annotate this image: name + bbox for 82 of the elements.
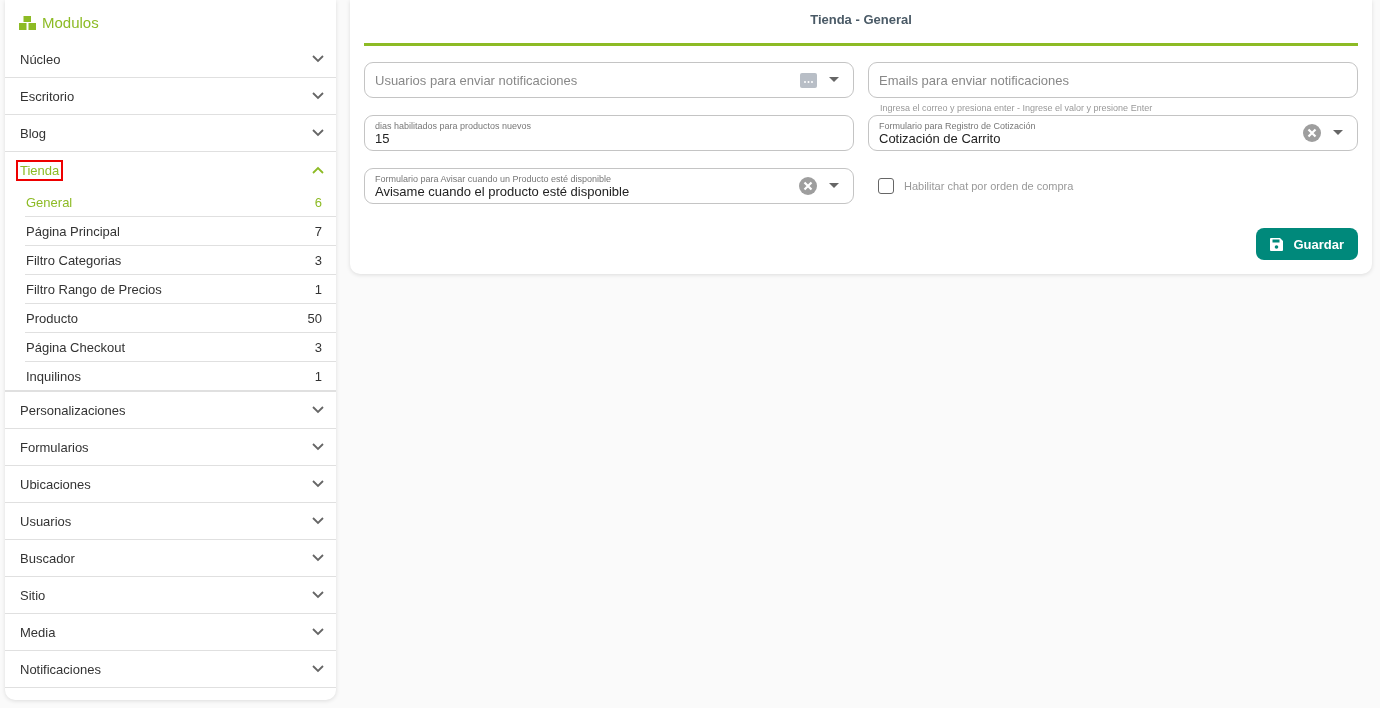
accordion-item[interactable]: Núcleo — [5, 41, 336, 78]
chevron-up-icon — [312, 166, 324, 174]
count-text: 1 — [314, 281, 322, 297]
accordion-item[interactable]: Usuarios — [5, 503, 336, 540]
submenu-label: Página Principal — [26, 223, 120, 239]
accordion-item[interactable]: Formularios — [5, 429, 336, 466]
submenu-label: Página Checkout — [26, 339, 125, 355]
chevron-down-icon — [312, 55, 324, 63]
input-field[interactable]: dias habilitados para productos nuevos 15 — [364, 115, 854, 151]
select-field[interactable]: Usuarios para enviar notificaciones — [364, 62, 854, 98]
submenu-label: Filtro Categorias — [26, 252, 122, 268]
field-label: Formulario para Registro de Cotización — [879, 120, 1037, 131]
checkbox-label: Habilitar chat por orden de compra — [904, 180, 1074, 192]
accordion-label: Escritorio — [19, 87, 76, 106]
checkbox[interactable] — [878, 178, 894, 194]
hint-text: Ingresa el correo y presiona enter - Ingrese el valor y presione Enter — [880, 103, 1154, 113]
chevron-down-icon — [312, 406, 324, 414]
submenu-label: General — [26, 194, 73, 210]
ellipsis-icon — [800, 72, 817, 88]
accordion-item[interactable]: Notificaciones — [5, 651, 336, 688]
accordion-label: Blog — [19, 124, 48, 143]
chevron-down-icon — [312, 591, 324, 599]
chevron-down-icon — [312, 554, 324, 562]
submenu-item[interactable]: Inquilinos 1 — [25, 362, 336, 390]
accordion-label: Formularios — [19, 438, 90, 457]
field-label: Formulario para Avisar cuando un Producto esté disponible — [375, 173, 612, 184]
chevron-down-icon — [312, 443, 324, 451]
chevron-down-icon — [312, 92, 324, 100]
card-title: Tienda - General — [364, 0, 1358, 46]
field-value: Avisame cuando el producto esté disponible — [375, 183, 631, 199]
count-text: 50 — [307, 310, 322, 326]
submenu-item[interactable]: Página Checkout 3 — [25, 333, 336, 362]
boxes-icon — [19, 15, 36, 30]
count-text: 1 — [314, 368, 322, 384]
count-text: 6 — [314, 194, 322, 210]
floppy-icon — [1270, 237, 1284, 251]
chevron-down-icon — [312, 129, 324, 137]
accordion-item[interactable]: Sitio — [5, 577, 336, 614]
accordion-item[interactable]: Ubicaciones — [5, 466, 336, 503]
field-value: 15 — [375, 130, 391, 146]
count-text: 7 — [314, 223, 322, 239]
count-text: 3 — [314, 339, 322, 355]
accordion-item[interactable]: Media — [5, 614, 336, 651]
accordion-label: Personalizaciones — [19, 401, 127, 420]
accordion-label: Tienda — [16, 159, 64, 181]
chevron-down-icon — [312, 665, 324, 673]
accordion-label: Notificaciones — [19, 660, 102, 679]
clear-icon[interactable] — [1303, 124, 1321, 142]
field-value: Cotización de Carrito — [879, 130, 1002, 146]
submenu-label: Filtro Rango de Precios — [26, 281, 162, 297]
accordion-label: Media — [19, 623, 57, 642]
placeholder-text: Emails para enviar notificaciones — [879, 72, 1071, 88]
accordion-label: Ubicaciones — [19, 475, 92, 494]
submenu-label: Producto — [26, 310, 79, 326]
select-field[interactable]: Formulario para Avisar cuando un Producto esté disponible Avisame cuando el producto esté disponible — [364, 168, 854, 204]
accordion-label: Buscador — [19, 549, 76, 568]
caret-icon[interactable] — [1333, 130, 1343, 136]
submenu-item[interactable]: Producto 50 — [25, 304, 336, 333]
count-text: 3 — [314, 252, 322, 268]
submenu-item[interactable]: Filtro Categorias 3 — [25, 246, 336, 275]
clear-icon[interactable] — [799, 177, 817, 195]
accordion-item[interactable]: Buscador — [5, 540, 336, 577]
submenu-item[interactable]: Filtro Rango de Precios 1 — [25, 275, 336, 304]
submenu-item[interactable]: Página Principal 7 — [25, 217, 336, 246]
input-field[interactable]: Emails para enviar notificaciones — [868, 62, 1358, 98]
caret-icon[interactable] — [829, 77, 839, 83]
sidebar-title: Modulos — [42, 14, 99, 31]
save-button[interactable]: Guardar — [1256, 228, 1358, 260]
chevron-down-icon — [312, 517, 324, 525]
caret-icon[interactable] — [829, 183, 839, 189]
chevron-down-icon — [312, 480, 324, 488]
select-field[interactable]: Formulario para Registro de Cotización Cotización de Carrito — [868, 115, 1358, 151]
accordion-label: Sitio — [19, 586, 47, 605]
submenu-label: Inquilinos — [26, 368, 81, 384]
field-label: dias habilitados para productos nuevos — [375, 120, 533, 131]
accordion-item[interactable]: Personalizaciones — [5, 392, 336, 429]
accordion-item[interactable]: Blog — [5, 115, 336, 152]
accordion-label: Usuarios — [19, 512, 73, 531]
placeholder-text: Usuarios para enviar notificaciones — [375, 72, 579, 88]
chevron-down-icon — [312, 628, 324, 636]
accordion-item[interactable]: Escritorio — [5, 78, 336, 115]
accordion-label: Núcleo — [19, 50, 62, 69]
